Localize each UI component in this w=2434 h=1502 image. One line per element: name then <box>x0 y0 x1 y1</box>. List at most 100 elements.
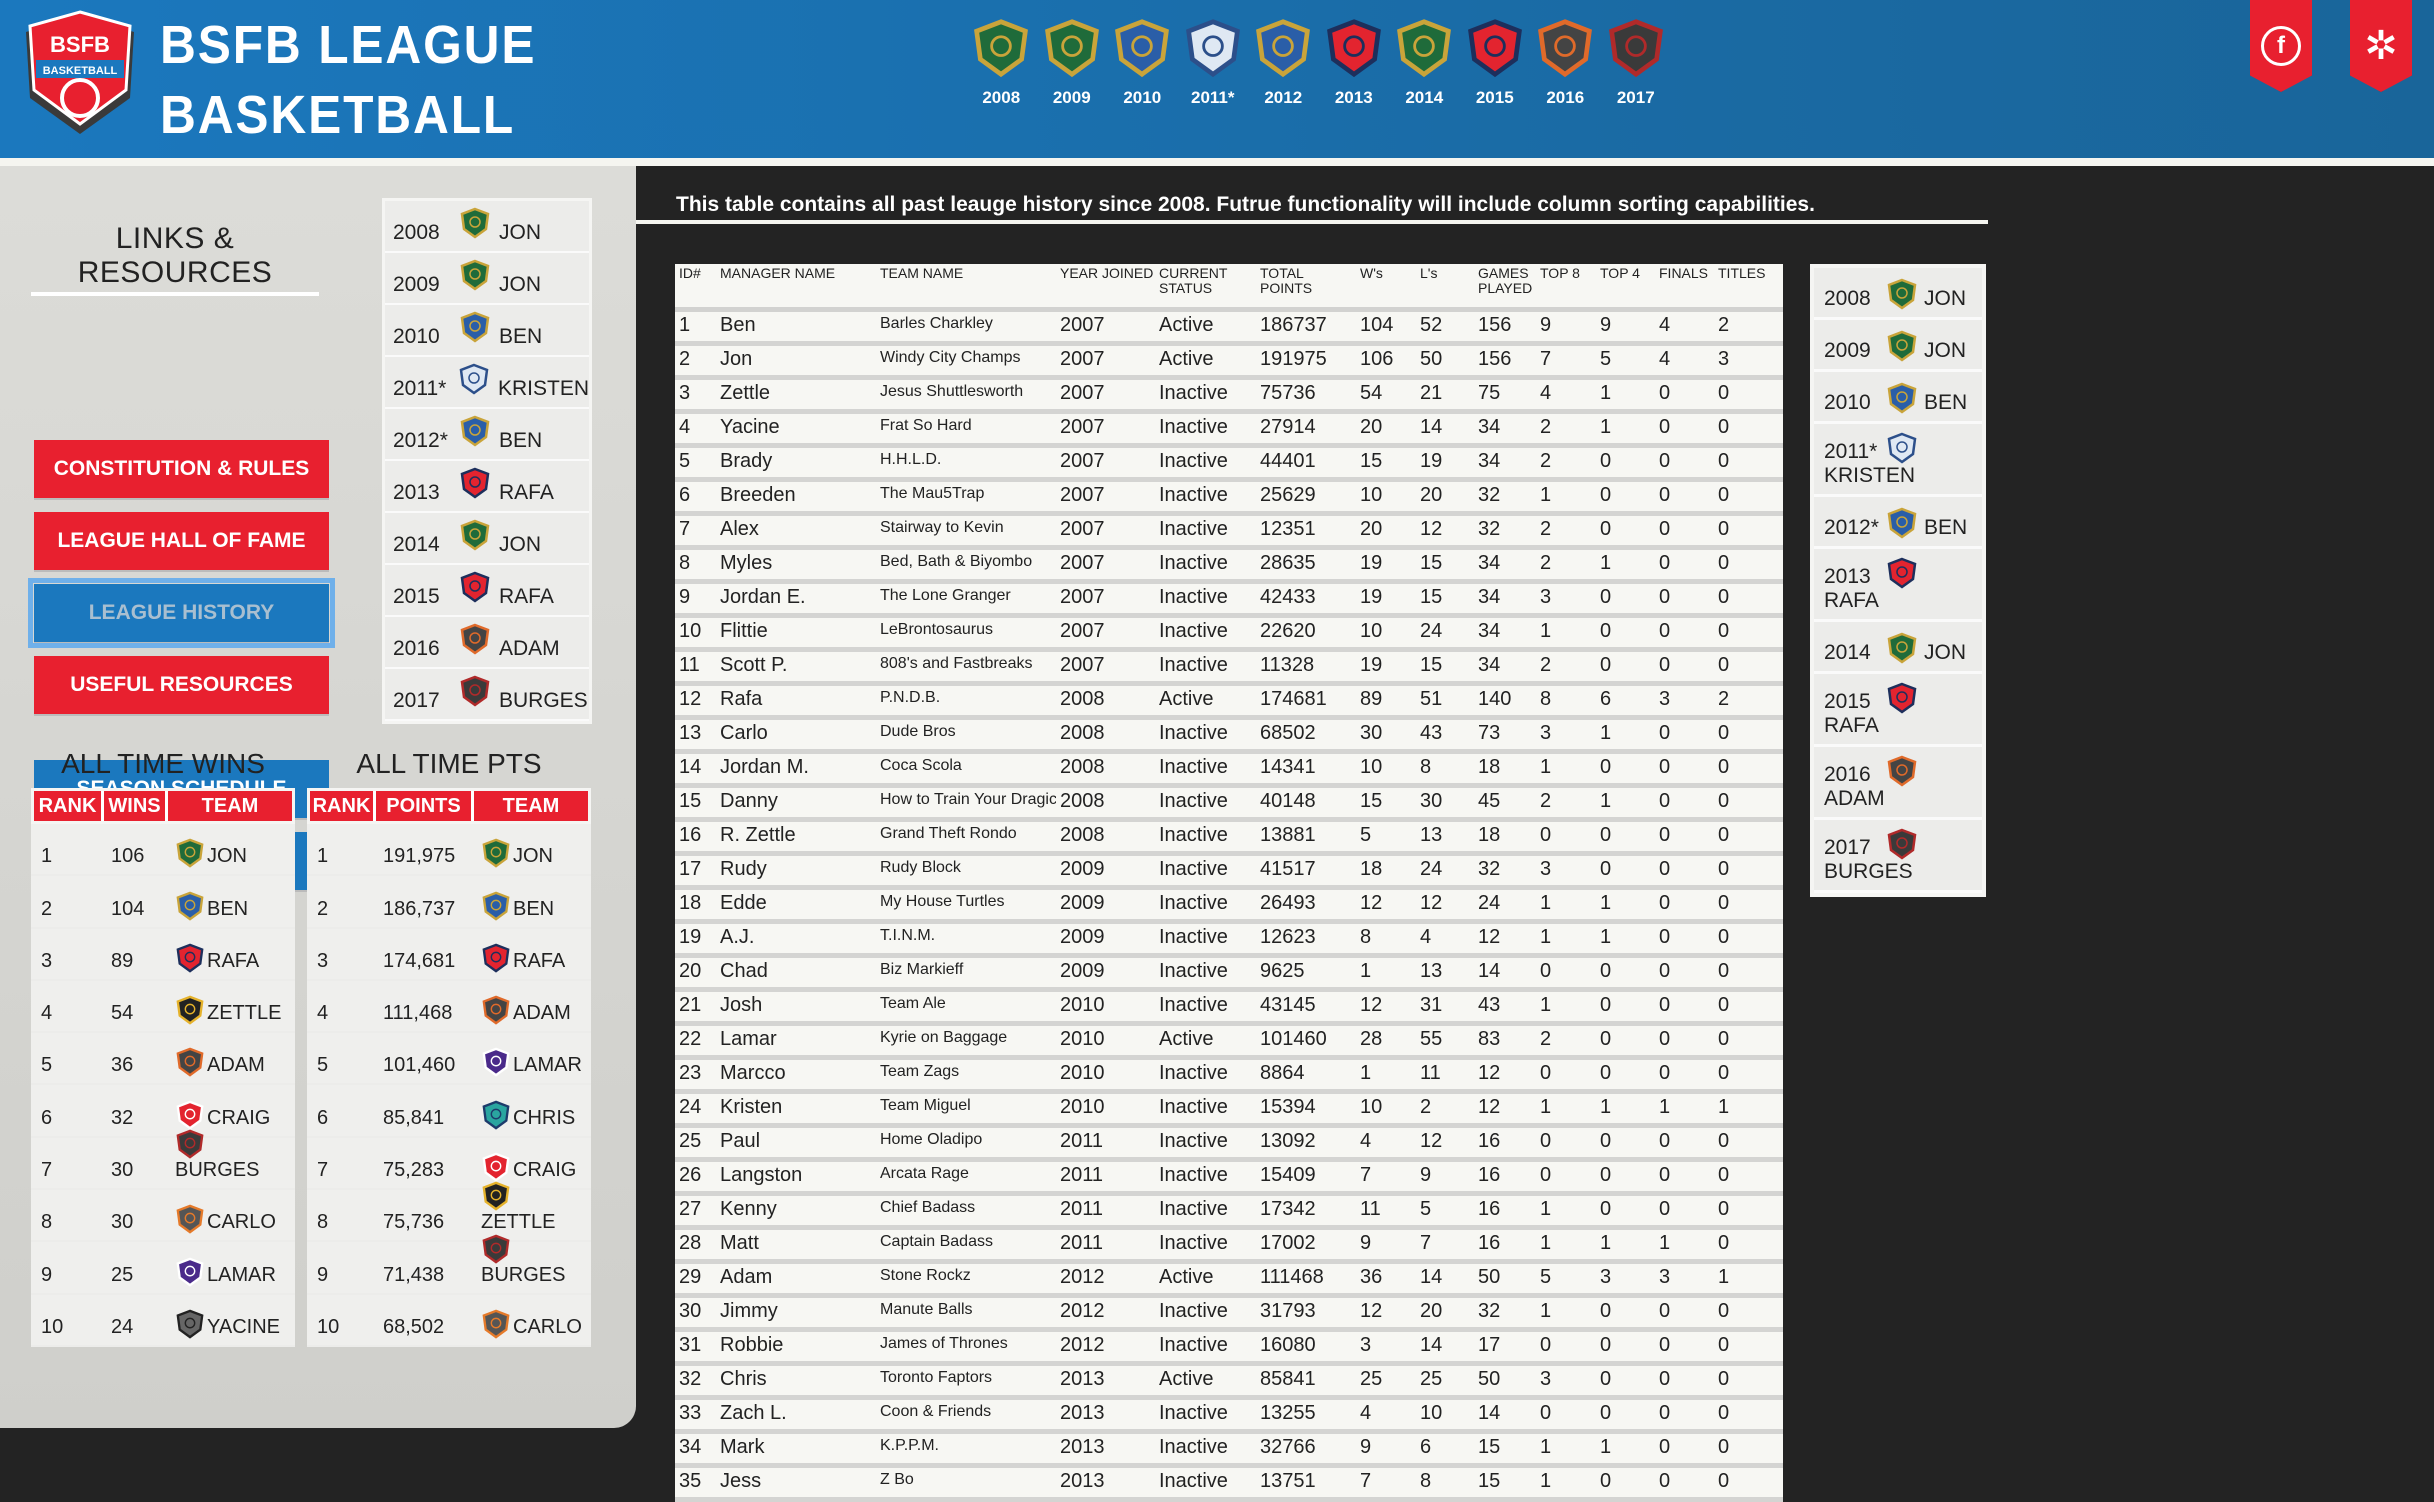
column-header[interactable]: L's <box>1416 266 1474 307</box>
champion-strip-item[interactable]: 2013 <box>1319 14 1390 108</box>
table-row[interactable]: 13 Carlo Dude Bros 2008 Inactive 68502 30 43 73 3… <box>675 720 1783 754</box>
column-header[interactable]: TEAM <box>168 791 292 821</box>
table-row[interactable]: 26 Langston Arcata Rage 2011 Inactive 15409 7 9… <box>675 1162 1783 1196</box>
column-header[interactable]: RANK <box>34 791 104 821</box>
champion-strip-item[interactable]: 2017 <box>1601 14 1672 108</box>
column-header[interactable]: TOP 8 <box>1536 266 1596 307</box>
team-name-cell: Frat So Hard <box>880 417 972 434</box>
column-header[interactable]: TEAM <box>474 791 588 821</box>
table-row[interactable]: 1 Ben Barles Charkley 2007 Active 186737 104 52… <box>675 312 1783 346</box>
table-row[interactable]: 2 Jon Windy City Champs 2007 Active 191975 106… <box>675 346 1783 380</box>
table-row[interactable]: 24 Kristen Team Miguel 2010 Inactive 15394 10 2… <box>675 1094 1783 1128</box>
column-header[interactable]: MANAGER NAME <box>716 266 876 307</box>
column-header[interactable]: RANK <box>310 791 376 821</box>
year-joined-cell: 2007 <box>1060 620 1105 642</box>
id-cell: 28 <box>679 1232 702 1254</box>
champion-strip-item[interactable]: 2008 <box>966 14 1037 108</box>
champion-row: 2008 JON <box>385 201 589 253</box>
id-cell: 21 <box>679 994 702 1016</box>
top-8-cell: 1 <box>1540 620 1552 642</box>
champion-strip-item[interactable]: 2014 <box>1389 14 1460 108</box>
column-header[interactable]: GAMES PLAYED <box>1474 266 1536 307</box>
champion-strip-item[interactable]: 2011* <box>1178 14 1249 108</box>
column-header[interactable]: TOP 4 <box>1596 266 1655 307</box>
settings-button[interactable]: ✲ <box>2350 0 2412 92</box>
champion-year: 2015 <box>1824 690 1871 713</box>
value-cell: 85,841 <box>373 1107 471 1130</box>
table-row[interactable]: 33 Zach L. Coon & Friends 2013 Inactive 13255… <box>675 1400 1783 1434</box>
team-name: BURGES <box>175 1159 260 1182</box>
table-row[interactable]: 29 Adam Stone Rockz 2012 Active 111468 36 14 50 5… <box>675 1264 1783 1298</box>
id-cell: 30 <box>679 1300 702 1322</box>
column-header[interactable]: TOTAL POINTS <box>1256 266 1356 307</box>
value-cell: 30 <box>101 1159 165 1182</box>
rank-cell: 2 <box>31 898 101 921</box>
table-row[interactable]: 22 Lamar Kyrie on Baggage 2010 Active 101460 2… <box>675 1026 1783 1060</box>
table-row[interactable]: 9 Jordan E. The Lone Granger 2007 Inactive 42… <box>675 584 1783 618</box>
table-row: 2 104 BEN <box>31 876 295 929</box>
column-header[interactable]: POINTS <box>376 791 474 821</box>
table-row[interactable]: 35 Jess Z Bo 2013 Inactive 13751 7 8 15 1 0 0 0 <box>675 1468 1783 1502</box>
table-row[interactable]: 23 Marcco Team Zags 2010 Inactive 8864 1 11 12 0 0… <box>675 1060 1783 1094</box>
column-header[interactable]: ID# <box>675 266 716 307</box>
table-row[interactable]: 7 Alex Stairway to Kevin 2007 Inactive 12351 2… <box>675 516 1783 550</box>
top-8-cell: 2 <box>1540 790 1552 812</box>
team-cell: CHRIS <box>471 1100 585 1130</box>
table-row[interactable]: 11 Scott P. 808's and Fastbreaks 2007 Inacti… <box>675 652 1783 686</box>
manager-name-cell: Jimmy <box>720 1300 778 1322</box>
column-header[interactable]: FINALS <box>1655 266 1714 307</box>
table-row[interactable]: 34 Mark K.P.P.M. 2013 Inactive 32766 9 6 15 1 1 0 0 <box>675 1434 1783 1468</box>
table-row[interactable]: 12 Rafa P.N.D.B. 2008 Active 174681 89 51 140 8 6 3… <box>675 686 1783 720</box>
table-row[interactable]: 20 Chad Biz Markieff 2009 Inactive 9625 1 13 14 0… <box>675 958 1783 992</box>
nav-button-league-history[interactable]: LEAGUE HISTORY <box>28 578 335 648</box>
table-row[interactable]: 21 Josh Team Ale 2010 Inactive 43145 12 31 43 1 0 0… <box>675 992 1783 1026</box>
rank-cell: 7 <box>31 1159 101 1182</box>
table-row[interactable]: 10 Flittie LeBrontosaurus 2007 Inactive 22620… <box>675 618 1783 652</box>
champion-strip-item[interactable]: 2009 <box>1037 14 1108 108</box>
value: 89 <box>111 949 134 972</box>
column-header[interactable]: WINS <box>104 791 168 821</box>
intro-underline <box>636 220 1988 224</box>
league-logo[interactable]: BSFB BASKETBALL <box>16 10 144 140</box>
top-8-cell: 2 <box>1540 518 1552 540</box>
table-row[interactable]: 32 Chris Toronto Faptors 2013 Active 85841 25 2… <box>675 1366 1783 1400</box>
nav-button-useful-resources[interactable]: USEFUL RESOURCES <box>34 656 329 714</box>
table-row[interactable]: 27 Kenny Chief Badass 2011 Inactive 17342 11 5 1… <box>675 1196 1783 1230</box>
wins-cell: 10 <box>1360 1096 1383 1118</box>
table-row[interactable]: 3 Zettle Jesus Shuttlesworth 2007 Inactive 75… <box>675 380 1783 414</box>
column-header[interactable]: CURRENT STATUS <box>1155 266 1256 307</box>
yacine-logo-icon <box>175 1309 205 1339</box>
table-row[interactable]: 16 R. Zettle Grand Theft Rondo 2008 Inactive… <box>675 822 1783 856</box>
team-cell: LAMAR <box>471 1047 585 1078</box>
value: 30 <box>111 1211 134 1234</box>
table-row[interactable]: 4 Yacine Frat So Hard 2007 Inactive 27914 20 14… <box>675 414 1783 448</box>
table-row[interactable]: 5 Brady H.H.L.D. 2007 Inactive 44401 15 19 34 2 0 0… <box>675 448 1783 482</box>
champion-strip-item[interactable]: 2015 <box>1460 14 1531 108</box>
manager-name-cell: Flittie <box>720 620 768 642</box>
facebook-button[interactable]: f <box>2250 0 2312 92</box>
table-row[interactable]: 25 Paul Home Oladipo 2011 Inactive 13092 4 12 16… <box>675 1128 1783 1162</box>
champion-strip-item[interactable]: 2012 <box>1248 14 1319 108</box>
table-row[interactable]: 15 Danny How to Train Your Dragic 2008 Inact… <box>675 788 1783 822</box>
champion-row: 2011* KRISTEN <box>1814 424 1982 497</box>
column-header[interactable]: YEAR JOINED <box>1056 266 1155 307</box>
site-title[interactable]: BSFB LEAGUE BASKETBALL <box>160 10 536 150</box>
table-row[interactable]: 6 Breeden The Mau5Trap 2007 Inactive 25629 10 2… <box>675 482 1783 516</box>
nav-button-league-hall-of-fame[interactable]: LEAGUE HALL OF FAME <box>34 512 329 570</box>
table-row[interactable]: 31 Robbie James of Thrones 2012 Inactive 1608… <box>675 1332 1783 1366</box>
table-row[interactable]: 28 Matt Captain Badass 2011 Inactive 17002 9 7 1… <box>675 1230 1783 1264</box>
table-row[interactable]: 8 Myles Bed, Bath & Biyombo 2007 Inactive 286… <box>675 550 1783 584</box>
titles-cell: 0 <box>1718 1164 1730 1186</box>
table-row[interactable]: 18 Edde My House Turtles 2009 Inactive 26493 1… <box>675 890 1783 924</box>
column-header[interactable]: TITLES <box>1714 266 1783 307</box>
champion-strip-year: 2015 <box>1475 88 1514 107</box>
table-row[interactable]: 19 A.J. T.I.N.M. 2009 Inactive 12623 8 4 12 1 1 0 0 <box>675 924 1783 958</box>
table-row[interactable]: 17 Rudy Rudy Block 2009 Inactive 41517 18 24 32 3… <box>675 856 1783 890</box>
table-row[interactable]: 14 Jordan M. Coca Scola 2008 Inactive 14341 10… <box>675 754 1783 788</box>
table-row[interactable]: 30 Jimmy Manute Balls 2012 Inactive 31793 12 20… <box>675 1298 1783 1332</box>
champion-strip-item[interactable]: 2010 <box>1107 14 1178 108</box>
nav-button-constitution-rules[interactable]: CONSTITUTION & RULES <box>34 440 329 498</box>
champion-strip-item[interactable]: 2016 <box>1530 14 1601 108</box>
column-header[interactable]: TEAM NAME <box>876 266 1056 307</box>
column-header[interactable]: W's <box>1356 266 1416 307</box>
